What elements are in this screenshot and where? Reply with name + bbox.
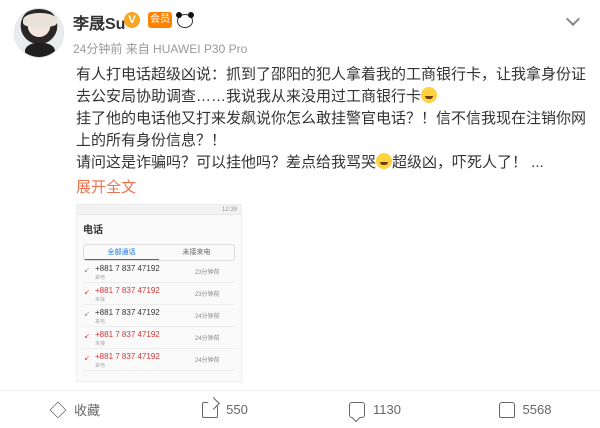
avatar[interactable]	[14, 8, 64, 58]
comment-icon	[349, 401, 366, 418]
call-type: 来电	[95, 275, 106, 281]
like-button[interactable]: 5568	[450, 391, 600, 428]
call-row: ↙ +881 7 837 47192 来电 24分钟前	[83, 349, 235, 371]
call-time: 24分钟前	[195, 336, 220, 342]
call-time: 23分钟前	[195, 270, 220, 276]
call-number: +881 7 837 47192	[95, 330, 160, 339]
post-line-2: 挂了他的电话他又打来发飙说你怎么敢挂警官电话？！信不信我现在注销你网上的所有身份…	[76, 110, 587, 149]
panda-icon	[176, 12, 194, 28]
comment-count: 1130	[373, 402, 401, 417]
call-type: 来电	[95, 363, 106, 369]
missed-call-icon: ↙	[84, 289, 90, 296]
call-row: ↙ +881 7 837 47192 来电 24分钟前	[83, 305, 235, 327]
call-number: +881 7 837 47192	[95, 264, 160, 273]
missed-call-icon: ↙	[84, 355, 90, 362]
incoming-call-icon: ↙	[84, 267, 90, 274]
call-row: ↙ +881 7 837 47192 未接 23分钟前	[83, 283, 235, 305]
call-row: ↙ +881 7 837 47192 来电 23分钟前	[83, 261, 235, 283]
post-line-3a: 请问这是诈骗吗？可以挂他吗？差点给我骂哭	[76, 154, 377, 171]
chevron-down-icon[interactable]	[565, 11, 581, 27]
tab-missed-calls: 未接来电	[182, 249, 211, 256]
call-time: 23分钟前	[195, 292, 220, 298]
favorite-label: 收藏	[73, 403, 100, 418]
post-line-3b: 超级凶，吓死人了！ ...	[392, 154, 544, 171]
avatar-hat	[23, 13, 57, 27]
post-meta: 24分钟前 来自 HUAWEI P30 Pro	[73, 40, 247, 57]
thumbs-up-icon	[498, 401, 515, 418]
panda-ear-left	[176, 12, 182, 18]
username[interactable]: 李晟Su	[73, 10, 125, 34]
repost-count: 550	[226, 402, 248, 417]
call-number: +881 7 837 47192	[95, 308, 160, 317]
member-badge-label: 会员	[150, 14, 170, 25]
call-row: ↙ +881 7 837 47192 未接 24分钟前	[83, 327, 235, 349]
favorite-button[interactable]: 收藏	[0, 391, 150, 428]
verified-badge-icon: V	[124, 12, 140, 28]
member-badge-icon: 会员	[148, 12, 172, 28]
repost-button[interactable]: 550	[150, 391, 300, 428]
screenshot-tabs: 全部通话 未接来电	[83, 244, 235, 261]
post-paragraph-3: 请问这是诈骗吗？可以挂他吗？差点给我骂哭 超级凶，吓死人了！ ...	[76, 152, 586, 174]
tab-all-calls: 全部通话	[84, 245, 159, 260]
expand-full-text-link[interactable]: 展开全文	[76, 176, 136, 197]
panda-ear-right	[188, 12, 194, 18]
call-time: 24分钟前	[195, 358, 220, 364]
call-time: 24分钟前	[195, 314, 220, 320]
comment-button[interactable]: 1130	[300, 391, 450, 428]
call-type: 未接	[95, 341, 106, 347]
call-type: 来电	[95, 319, 106, 325]
screenshot-title: 电话	[83, 225, 103, 236]
post-text: 有人打电话超级凶说：抓到了邵阳的犯人拿着我的工商银行卡，让我拿身份证去公安局协助…	[76, 64, 586, 174]
laughing-emoji-icon	[376, 153, 393, 169]
post-paragraph-2: 挂了他的电话他又打来发飙说你怎么敢挂警官电话？！信不信我现在注销你网上的所有身份…	[76, 108, 586, 152]
screenshot-status-bar: 12:39	[77, 205, 241, 215]
post-source: 来自 HUAWEI P30 Pro	[125, 42, 248, 56]
star-icon	[49, 401, 67, 418]
avatar-body	[25, 43, 55, 57]
like-count: 5568	[522, 402, 552, 417]
call-log-screenshot[interactable]: 12:39 电话 全部通话 未接来电 ↙ +881 7 837 47192 来电…	[76, 204, 242, 382]
call-number: +881 7 837 47192	[95, 286, 160, 295]
post-paragraph-1: 有人打电话超级凶说：抓到了邵阳的犯人拿着我的工商银行卡，让我拿身份证去公安局协助…	[76, 64, 586, 108]
post-time: 24分钟前	[73, 42, 123, 56]
missed-call-icon: ↙	[84, 333, 90, 340]
post-line-1: 有人打电话超级凶说：抓到了邵阳的犯人拿着我的工商银行卡，让我拿身份证去公安局协助…	[76, 66, 587, 105]
laughing-emoji-icon	[421, 87, 438, 103]
share-icon	[202, 401, 219, 418]
action-bar: 收藏 550 1130 5568	[0, 391, 600, 428]
incoming-call-icon: ↙	[84, 311, 90, 318]
call-number: +881 7 837 47192	[95, 352, 160, 361]
call-type: 未接	[95, 297, 106, 303]
